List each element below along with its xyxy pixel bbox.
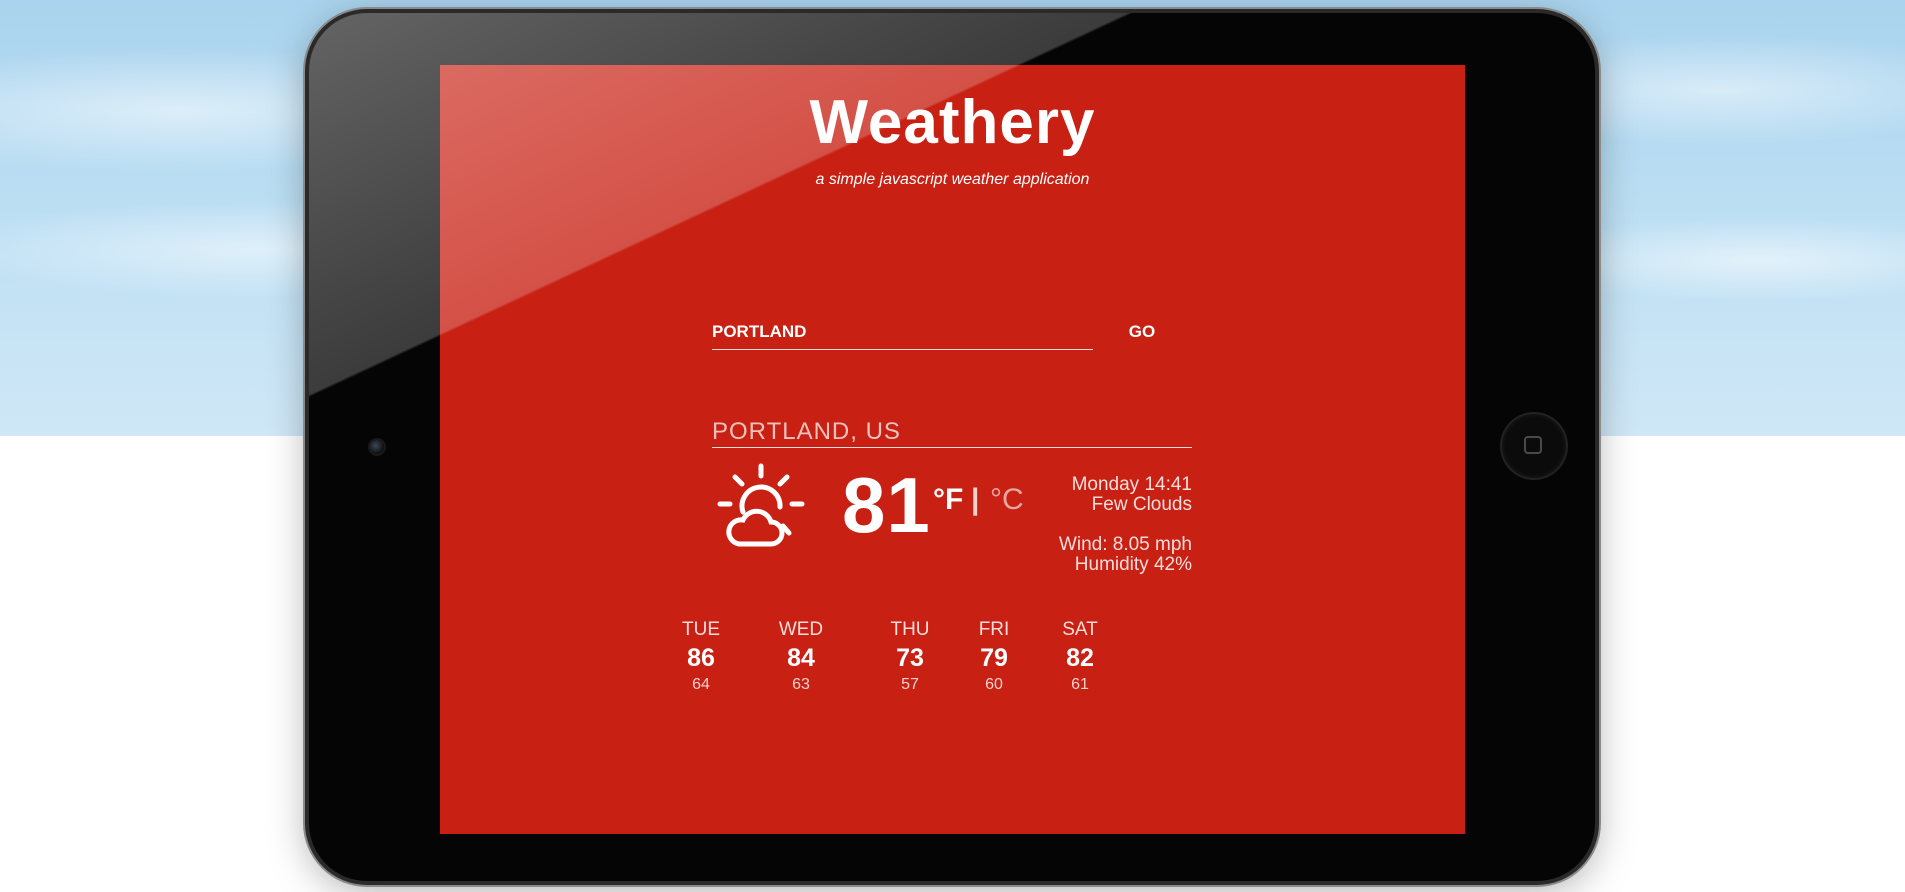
humidity-text: Humidity 42%	[1074, 554, 1192, 575]
app-title: Weathery	[809, 88, 1096, 157]
forecast-day-name: FRI	[978, 619, 1010, 640]
forecast-day-name: TUE	[682, 619, 720, 640]
go-button[interactable]: GO	[1120, 315, 1164, 349]
forecast-day: FRI 79 60	[954, 618, 1034, 696]
forecast-row: TUE 86 64 WED 84 63 THU 73 57 FRI 79 60 …	[440, 618, 1465, 718]
forecast-low: 61	[1071, 676, 1089, 693]
forecast-low: 57	[901, 676, 919, 693]
forecast-day: WED 84 63	[761, 618, 841, 696]
location-heading: PORTLAND, US	[712, 418, 1192, 448]
datetime-text: Monday 14:41	[1071, 474, 1192, 495]
city-search-input[interactable]	[712, 315, 1093, 350]
forecast-high: 84	[787, 644, 815, 672]
sun-cloud-icon	[717, 463, 805, 547]
forecast-high: 79	[980, 644, 1008, 672]
details-spacer	[1032, 515, 1192, 535]
wind-text: Wind: 8.05 mph	[1058, 534, 1192, 555]
condition-text: Few Clouds	[1091, 494, 1192, 515]
app-screen: Weathery a simple javascript weather app…	[440, 65, 1465, 834]
forecast-low: 60	[985, 676, 1003, 693]
home-square-icon	[1524, 436, 1542, 454]
current-temperature: 81	[842, 461, 931, 549]
forecast-high: 82	[1066, 644, 1094, 672]
tablet-frame: Weathery a simple javascript weather app…	[309, 13, 1595, 881]
forecast-high: 73	[896, 644, 924, 672]
forecast-low: 63	[792, 676, 810, 693]
home-button[interactable]	[1502, 414, 1566, 478]
forecast-day: TUE 86 64	[661, 618, 741, 696]
forecast-day-name: SAT	[1062, 619, 1098, 640]
forecast-day-name: THU	[890, 619, 930, 640]
celsius-toggle[interactable]: °C	[990, 483, 1024, 517]
forecast-high: 86	[687, 644, 715, 672]
camera-icon	[370, 440, 384, 454]
app-subtitle: a simple javascript weather application	[815, 171, 1090, 188]
forecast-day-name: WED	[778, 619, 824, 640]
weather-details: Monday 14:41 Few Clouds Wind: 8.05 mph H…	[1032, 475, 1192, 575]
forecast-day: SAT 82 61	[1040, 618, 1120, 696]
forecast-day: THU 73 57	[870, 618, 950, 696]
forecast-low: 64	[692, 676, 710, 693]
fahrenheit-toggle[interactable]: °F	[933, 483, 963, 517]
unit-separator: |	[971, 483, 980, 516]
